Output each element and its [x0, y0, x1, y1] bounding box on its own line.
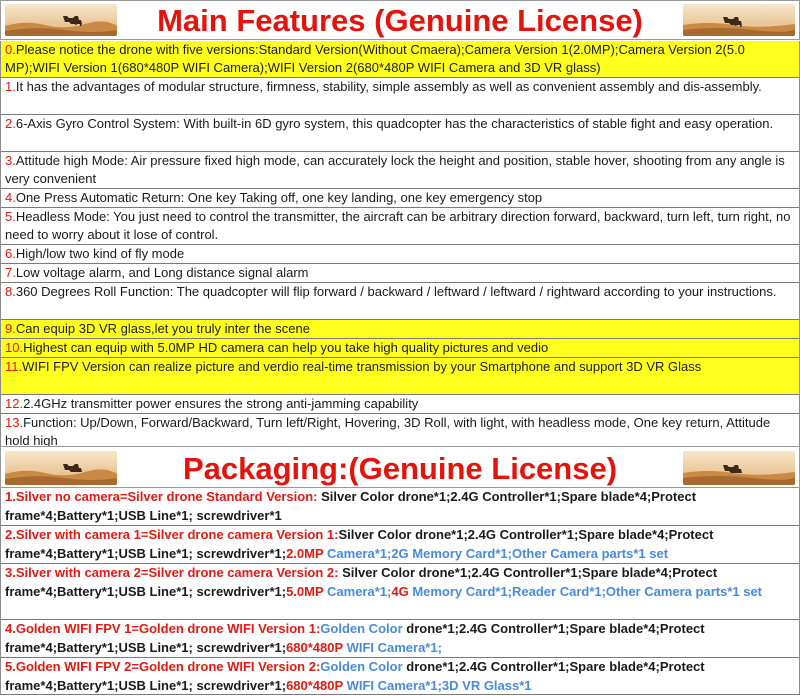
feature-row: 10.Highest can equip with 5.0MP HD camer…: [1, 339, 799, 358]
packaging-segment: Camera*1;: [327, 583, 392, 599]
packaging-segment: Golden Color: [320, 621, 407, 636]
packaging-row: 1.Silver no camera=Silver drone Standard…: [1, 488, 799, 526]
packaging-segment: 4.Golden WIFI FPV 1=Golden drone WIFI Ve…: [5, 621, 321, 636]
packaging-segment: 2.0MP: [286, 545, 328, 561]
packaging-segment: Camera*1;2G Memory Card*1;Other Camera p…: [327, 545, 669, 561]
feature-text: Attitude high Mode: Air pressure fixed h…: [5, 153, 785, 187]
packaging-segment: Golden Color: [320, 659, 407, 674]
desert-scene-icon: [683, 451, 795, 485]
feature-text: Headless Mode: You just need to control …: [5, 209, 791, 243]
feature-row: 9.Can equip 3D VR glass,let you truly in…: [1, 320, 799, 339]
feature-text: Please notice the drone with five versio…: [5, 42, 745, 76]
product-info-sheet: Main Features (Genuine License) 0.Please…: [0, 0, 800, 696]
feature-row: 7.Low voltage alarm, and Long distance s…: [1, 264, 799, 283]
feature-text: Function: Up/Down, Forward/Backward, Tur…: [5, 415, 771, 449]
packaging-segment: 1.Silver no camera=Silver drone Standard…: [5, 489, 322, 504]
feature-number: 11.: [5, 359, 23, 374]
main-features-title: Main Features (Genuine License): [157, 3, 643, 38]
packaging-segment: 680*480P: [286, 639, 347, 655]
feature-number: 12.: [5, 396, 24, 411]
feature-row: 11.WIFI FPV Version can realize picture …: [1, 358, 799, 395]
main-features-header: Main Features (Genuine License): [0, 0, 800, 40]
feature-number: 0.: [5, 42, 16, 57]
feature-text: One Press Automatic Return: One key Taki…: [15, 190, 543, 205]
feature-row: 0.Please notice the drone with five vers…: [1, 41, 799, 78]
feature-text: 6-Axis Gyro Control System: With built-i…: [15, 116, 774, 131]
packaging-segment: 2.Silver with camera 1=Silver drone came…: [5, 527, 339, 542]
packaging-title: Packaging:(Genuine License): [182, 451, 618, 486]
feature-text: It has the advantages of modular structu…: [15, 79, 762, 94]
feature-row: 3.Attitude high Mode: Air pressure fixed…: [1, 152, 799, 189]
packaging-row: 2.Silver with camera 1=Silver drone came…: [1, 526, 799, 564]
feature-list: 0.Please notice the drone with five vers…: [0, 41, 800, 451]
feature-text: Low voltage alarm, and Long distance sig…: [15, 265, 309, 280]
packaging-row: 3.Silver with camera 2=Silver drone came…: [1, 564, 799, 620]
packaging-segment: 3.Silver with camera 2=Silver drone came…: [5, 565, 343, 580]
feature-row: 12.2.4GHz transmitter power ensures the …: [1, 395, 799, 414]
packaging-segment: Memory Card*1;Reader Card*1;Other Camera…: [412, 583, 763, 599]
feature-row: 1.It has the advantages of modular struc…: [1, 78, 799, 115]
packaging-segment: WIFI Camera*1;3D VR Glass*1: [346, 677, 532, 693]
feature-number: 4.: [5, 190, 16, 205]
feature-text: 360 Degrees Roll Function: The quadcopte…: [15, 284, 777, 299]
feature-number: 5.: [5, 209, 16, 224]
feature-number: 1.: [5, 79, 16, 94]
packaging-row: 5.Golden WIFI FPV 2=Golden drone WIFI Ve…: [1, 658, 799, 695]
feature-number: 3.: [5, 153, 16, 168]
feature-number: 7.: [5, 265, 16, 280]
feature-text: Can equip 3D VR glass,let you truly inte…: [15, 321, 310, 336]
feature-number: 13.: [5, 415, 24, 430]
packaging-segment: 4G: [391, 583, 413, 599]
feature-number: 2.: [5, 116, 16, 131]
feature-text: Highest can equip with 5.0MP HD camera c…: [23, 340, 549, 355]
feature-row: 5.Headless Mode: You just need to contro…: [1, 208, 799, 245]
packaging-list: 1.Silver no camera=Silver drone Standard…: [0, 488, 800, 695]
feature-number: 10.: [5, 340, 24, 355]
feature-row: 6.High/low two kind of fly mode: [1, 245, 799, 264]
feature-row: 8.360 Degrees Roll Function: The quadcop…: [1, 283, 799, 320]
packaging-segment: 680*480P: [286, 677, 347, 693]
feature-number: 6.: [5, 246, 16, 261]
feature-text: High/low two kind of fly mode: [15, 246, 185, 261]
feature-number: 9.: [5, 321, 16, 336]
feature-row: 2.6-Axis Gyro Control System: With built…: [1, 115, 799, 152]
packaging-segment: WIFI Camera*1;: [346, 639, 442, 655]
desert-scene-icon: [683, 4, 795, 36]
feature-number: 8.: [5, 284, 16, 299]
packaging-row: 4.Golden WIFI FPV 1=Golden drone WIFI Ve…: [1, 620, 799, 658]
feature-text: 2.4GHz transmitter power ensures the str…: [23, 396, 419, 411]
packaging-header: Packaging:(Genuine License): [0, 446, 800, 488]
packaging-segment: 5.Golden WIFI FPV 2=Golden drone WIFI Ve…: [5, 659, 321, 674]
packaging-segment: 5.0MP: [286, 583, 328, 599]
feature-row: 4.One Press Automatic Return: One key Ta…: [1, 189, 799, 208]
feature-text: WIFI FPV Version can realize picture and…: [22, 359, 702, 374]
